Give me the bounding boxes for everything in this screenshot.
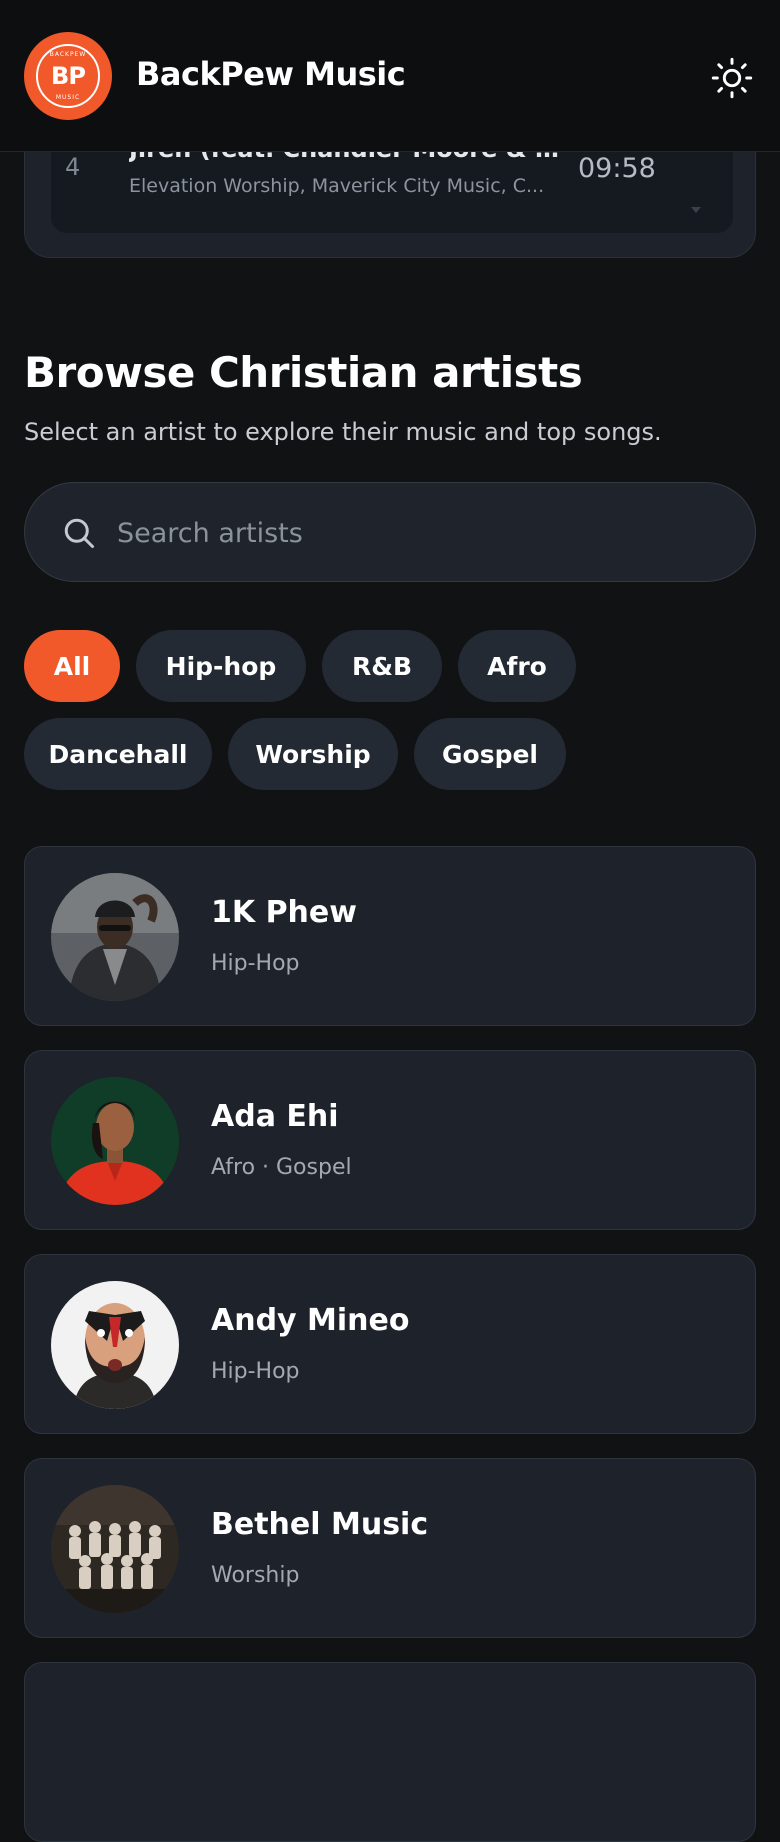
filter-chip-afro[interactable]: Afro xyxy=(458,630,576,702)
filter-chip-label: Gospel xyxy=(442,739,538,769)
search-icon xyxy=(64,518,94,548)
track-artists: Elevation Worship, Maverick City Music, … xyxy=(129,175,545,197)
artist-genre: Afro · Gospel xyxy=(211,1155,352,1180)
filter-chip-label: Dancehall xyxy=(48,739,188,769)
logo-ring-top-text: BACKPEW xyxy=(49,51,87,58)
search-bar[interactable] xyxy=(24,482,756,582)
filter-chip-gospel[interactable]: Gospel xyxy=(414,718,566,790)
logo-ring-bottom-text: MUSIC xyxy=(55,94,81,101)
filter-chip-label: R&B xyxy=(351,651,413,681)
artist-avatar xyxy=(51,873,179,1001)
filter-chip-label: Afro xyxy=(487,651,547,681)
artist-card-1k-phew[interactable]: 1K Phew Hip-Hop xyxy=(24,846,756,1026)
artist-genre: Worship xyxy=(211,1563,300,1588)
artist-name: 1K Phew xyxy=(211,895,357,930)
logo-mark: BP xyxy=(51,62,86,90)
artist-genre: Hip-Hop xyxy=(211,1359,300,1384)
browse-title: Browse Christian artists xyxy=(24,348,583,397)
filter-chip-label: All xyxy=(53,651,91,681)
artist-name: Bethel Music xyxy=(211,1507,429,1542)
filter-chip-hip-hop[interactable]: Hip-hop xyxy=(136,630,306,702)
filter-chip-rnb[interactable]: R&B xyxy=(322,630,442,702)
artist-avatar xyxy=(51,1485,179,1613)
artist-card-andy-mineo[interactable]: Andy Mineo Hip-Hop xyxy=(24,1254,756,1434)
browse-subtitle: Select an artist to explore their music … xyxy=(24,418,662,446)
artist-card-next[interactable] xyxy=(24,1662,756,1842)
scroll-down-icon[interactable] xyxy=(691,207,701,213)
artist-card-ada-ehi[interactable]: Ada Ehi Afro · Gospel xyxy=(24,1050,756,1230)
artist-genre: Hip-Hop xyxy=(211,951,300,976)
filter-chip-worship[interactable]: Worship xyxy=(228,718,398,790)
filter-chip-dancehall[interactable]: Dancehall xyxy=(24,718,212,790)
track-duration: 09:58 xyxy=(578,153,656,184)
artist-name: Ada Ehi xyxy=(211,1099,339,1134)
theme-toggle-button[interactable] xyxy=(708,54,756,102)
app-title: BackPew Music xyxy=(136,55,406,93)
artist-avatar xyxy=(51,1077,179,1205)
track-number: 4 xyxy=(65,153,81,181)
artist-card-bethel-music[interactable]: Bethel Music Worship xyxy=(24,1458,756,1638)
artist-name: Andy Mineo xyxy=(211,1303,410,1338)
filter-chip-label: Hip-hop xyxy=(165,651,277,681)
artist-avatar xyxy=(51,1281,179,1409)
app-header: BACKPEW BP MUSIC BackPew Music xyxy=(0,0,780,152)
filter-chip-all[interactable]: All xyxy=(24,630,120,702)
sun-icon xyxy=(711,57,753,99)
logo-ring: BACKPEW BP MUSIC xyxy=(36,44,100,108)
filter-chip-label: Worship xyxy=(255,739,371,769)
app-logo[interactable]: BACKPEW BP MUSIC xyxy=(24,32,112,120)
search-input[interactable] xyxy=(117,507,717,559)
